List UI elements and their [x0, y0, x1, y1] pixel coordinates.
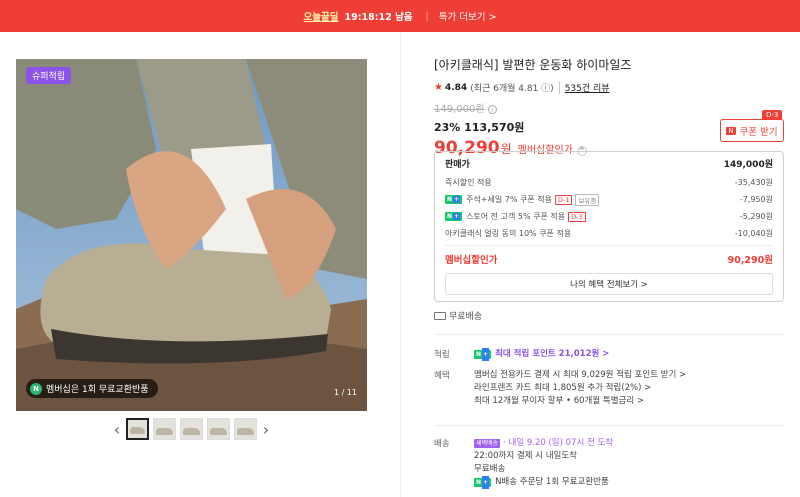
thumbnail-strip: ‹ › [110, 418, 273, 440]
super-points-badge: 슈퍼적립 [26, 67, 72, 84]
image-pager: 1 / 11 [333, 388, 357, 397]
more-deals-link[interactable]: 특가 더보기 > [439, 9, 497, 23]
breakdown-value: 149,000원 [723, 159, 773, 170]
perk-link[interactable]: 최대 12개월 무이자 할부 • 60개월 특별금리 > [474, 395, 686, 408]
coupon-icon: N [726, 126, 736, 135]
breakdown-label: 스토어 전 고객 5% 쿠폰 적용 [466, 212, 566, 221]
star-icon: ★ [434, 82, 443, 93]
coupon-label: 쿠폰 받기 [739, 126, 778, 138]
member-exchange-tag: N 멤버십은 1회 무료교환반품 [26, 379, 158, 398]
info-icon[interactable]: i [487, 105, 497, 114]
points-row: 적립 N + 최대 적립 포인트 21,012원 > [434, 348, 609, 361]
perk-link[interactable]: 멤버십 전용카드 결제 시 최대 9,029원 적립 포인트 받기 > [474, 369, 686, 382]
product-info: [아키클래식] 발편한 운동화 하이마일즈 ★ 4.84 (최근 6개월 4.8… [434, 56, 784, 158]
free-exchange-text: N배송 주문당 1회 무료교환반품 [495, 477, 609, 487]
breakdown-row: 즉시할인 적용 -35,430원 [445, 174, 773, 191]
thumbnail[interactable] [180, 418, 203, 440]
naver-plus-icon: N + [474, 476, 492, 489]
perks-key: 혜택 [434, 371, 450, 381]
product-photo [16, 59, 367, 411]
naver-plus-icon: N + [474, 348, 492, 361]
owned-tag: 보유중 [575, 193, 600, 206]
breakdown-row: 아키클래식 얼링 동의 10% 쿠폰 적용 -10,040원 [445, 225, 773, 242]
all-benefits-button[interactable]: 나의 혜택 전체보기 > [445, 273, 773, 295]
points-link[interactable]: 최대 적립 포인트 21,012원 > [495, 349, 609, 359]
free-shipping-label: 무료배송 [449, 312, 483, 322]
breakdown-label: 즉시할인 적용 [445, 178, 492, 187]
reviews-link[interactable]: 535건 리뷰 [558, 81, 610, 94]
price-breakdown: 판매가 149,000원 즉시할인 적용 -35,430원 N + 주석+세일 7%… [434, 151, 784, 302]
naver-plus-icon: N + [445, 212, 463, 221]
breakdown-label: 아키클래식 얼링 동의 10% 쿠폰 적용 [445, 229, 572, 238]
dday-tag: D-1 [554, 194, 573, 205]
breakdown-head: 판매가 149,000원 [445, 152, 773, 174]
truck-icon [434, 311, 446, 320]
column-divider [400, 32, 401, 497]
rating-row: ★ 4.84 (최근 6개월 4.81 ⓘ) 535건 리뷰 [434, 81, 784, 94]
breakdown-row: N + 스토어 전 고객 5% 쿠폰 적용 D-3 -5,290원 [445, 208, 773, 225]
breakdown-value: -5,290원 [739, 212, 773, 221]
perk-link[interactable]: 라인프렌즈 카드 최대 1,805원 추가 적립(2%) > [474, 382, 686, 395]
coupon-button[interactable]: N 쿠폰 받기 [720, 119, 784, 142]
naver-plus-icon: N + [445, 195, 463, 204]
free-shipping: 무료배송 [434, 309, 482, 322]
divider [434, 425, 784, 426]
divider [434, 334, 784, 335]
rating-score: 4.84 [444, 82, 468, 93]
thumbnail[interactable] [153, 418, 176, 440]
naver-plus-icon: N [30, 382, 42, 395]
divider: | [425, 10, 429, 22]
delivery-row: 배송 새벽배송 · 내일 9.20 (일) 07시 전 도착 22:00까지 결제… [434, 437, 613, 489]
breakdown-row: N + 주석+세일 7% 쿠폰 적용 D-1 보유중 -7,950원 [445, 191, 773, 208]
promo-bar: 오늘끝딜 19:18:12 남음 | 특가 더보기 > [0, 0, 800, 32]
breakdown-value: -10,040원 [734, 229, 773, 238]
prev-thumb-button[interactable]: ‹ [110, 420, 124, 439]
product-main-image[interactable]: 슈퍼적립 N 멤버십은 1회 무료교환반품 1 / 11 [16, 59, 367, 411]
thumbnail[interactable] [126, 418, 149, 440]
breakdown-label: 주석+세일 7% 쿠폰 적용 [466, 195, 552, 204]
thumbnail[interactable] [207, 418, 230, 440]
delivery-date: · 내일 9.20 (일) 07시 전 도착 [503, 438, 614, 448]
perks-row: 혜택 멤버십 전용카드 결제 시 최대 9,029원 적립 포인트 받기 > 라… [434, 369, 686, 408]
dday-tag: D-3 [568, 211, 586, 222]
next-thumb-button[interactable]: › [259, 420, 273, 439]
original-price: 149,000원 i [434, 100, 784, 115]
breakdown-label: 판매가 [445, 159, 470, 170]
deal-brand: 오늘끝딜 [303, 12, 339, 23]
breakdown-value: -7,950원 [739, 195, 773, 204]
delivery-cutoff: 22:00까지 결제 시 내일도착 [474, 451, 577, 461]
member-exchange-text: 멤버십은 1회 무료교환반품 [46, 385, 149, 395]
thumbnail[interactable] [234, 418, 257, 440]
breakdown-value: -35,430원 [734, 178, 773, 187]
product-title: [아키클래식] 발편한 운동화 하이마일즈 [434, 58, 632, 72]
final-value: 90,290원 [727, 254, 773, 266]
deal-timer: 19:18:12 남음 [344, 12, 413, 23]
breakdown-final: 멤버십할인가 90,290원 [445, 245, 773, 271]
delivery-key: 배송 [434, 439, 450, 449]
dawn-delivery-badge: 새벽배송 [474, 439, 501, 448]
delivery-fee: 무료배송 [474, 464, 506, 474]
points-key: 적립 [434, 350, 450, 360]
final-label: 멤버십할인가 [445, 254, 498, 266]
rating-recent: (최근 6개월 4.81 ⓘ) [470, 84, 554, 94]
